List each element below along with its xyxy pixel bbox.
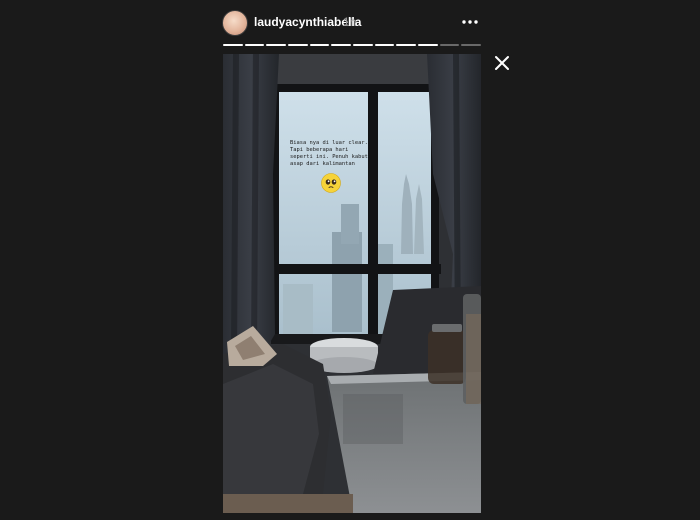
story-photo <box>223 54 481 513</box>
progress-segment <box>266 44 287 46</box>
more-icon[interactable] <box>458 10 482 34</box>
story-media[interactable]: Biasa nya di luar clear. Tapi beberapa h… <box>223 54 481 513</box>
progress-segment <box>331 44 352 46</box>
progress-segment <box>223 44 243 46</box>
progress-segment <box>396 44 417 46</box>
avatar[interactable] <box>222 10 248 36</box>
story-progress-bar <box>223 44 482 46</box>
progress-segment <box>353 44 373 46</box>
story-caption: Biasa nya di luar clear. Tapi beberapa h… <box>290 140 368 167</box>
close-icon[interactable] <box>492 53 512 73</box>
story-header: laudyacynthiabella 1h <box>222 10 482 36</box>
progress-segment <box>439 44 460 46</box>
progress-segment <box>374 44 395 46</box>
progress-segment <box>418 44 438 46</box>
pleading-face-emoji-icon <box>321 173 341 193</box>
progress-segment <box>309 44 330 46</box>
post-time: 1h <box>343 15 357 29</box>
progress-segment <box>244 44 265 46</box>
progress-segment <box>461 44 482 46</box>
progress-segment <box>288 44 308 46</box>
